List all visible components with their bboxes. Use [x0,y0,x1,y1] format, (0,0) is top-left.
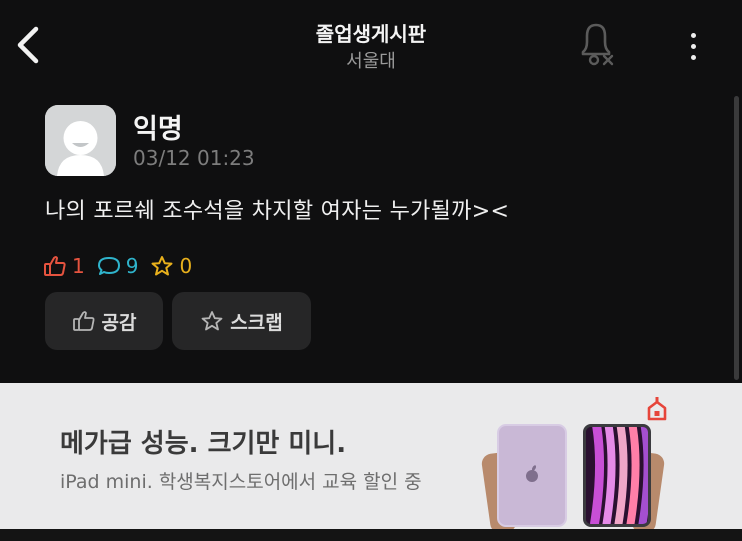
star-icon [151,256,173,276]
scrap-button-label: 스크랩 [230,311,283,334]
comment-count: 9 [125,254,139,278]
like-count: 1 [72,254,85,278]
ad-banner[interactable]: 메가급 성능. 크기만 미니. iPad mini. 학생복지스토어에서 교육 … [0,383,742,541]
like-button-label: 공감 [101,311,137,334]
top-bar: 졸업생게시판 서울대 [0,0,742,92]
more-vertical-icon [690,32,696,38]
apple-logo-icon [526,465,538,482]
thumbs-up-icon [44,256,66,276]
post-stats: 1 9 0 [43,253,204,279]
ad-subline: iPad mini. 학생복지스토어에서 교육 할인 중 [60,471,422,493]
post-content: 나의 포르쉐 조수석을 차지할 여자는 누가될까>< [45,199,510,224]
bell-off-icon [581,23,614,66]
author-name[interactable]: 익명 [133,107,183,146]
like-button[interactable]: 공감 [45,292,163,350]
avatar [45,105,116,176]
star-icon [201,311,223,331]
ipad-mini-screen-image [583,424,651,527]
school-name: 서울대 [346,51,396,72]
ipad-mini-back-image [497,424,567,527]
scrap-stat: 0 [150,254,192,278]
notification-toggle-button[interactable] [574,20,620,68]
ad-badge-icon[interactable] [646,397,668,421]
scrap-count: 0 [179,254,193,278]
comment-bubble-icon [97,257,120,275]
ad-headline: 메가급 성능. 크기만 미니. [60,429,347,459]
thumbs-up-icon [72,311,95,331]
like-stat: 1 [43,254,85,278]
scrap-button[interactable]: 스크랩 [172,292,311,350]
more-options-button[interactable] [678,24,708,68]
comment-stat: 9 [97,254,139,278]
scrollbar[interactable] [734,96,739,380]
board-title: 졸업생게시판 [315,22,427,46]
post-timestamp: 03/12 01:23 [133,146,255,170]
anonymous-avatar-icon [45,105,116,176]
ipad-wallpaper-image [586,427,648,524]
ad-bottom-edge [0,529,742,541]
